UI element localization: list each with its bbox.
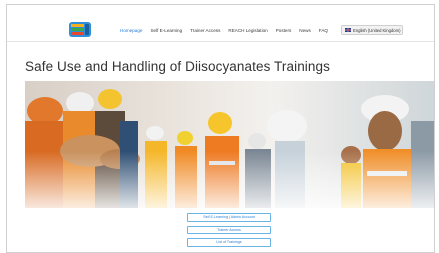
page-frame: Homepage Self E-Learning Trainer Access … [6, 4, 435, 253]
nav-news[interactable]: News [299, 28, 311, 33]
site-logo[interactable] [69, 20, 91, 38]
top-navbar: Homepage Self E-Learning Trainer Access … [7, 5, 434, 42]
nav-trainer-access[interactable]: Trainer Access [190, 28, 220, 33]
language-selector[interactable]: English (United Kingdom) [341, 25, 403, 35]
nav-reach-legislation[interactable]: REACH Legislation [228, 28, 267, 33]
action-buttons: Self E-Learning | Admin Account Trainer … [187, 213, 271, 251]
nav-self-e-learning[interactable]: Self E-Learning [150, 28, 182, 33]
trainer-access-button[interactable]: Trainer Access [187, 225, 271, 234]
nav-faq[interactable]: FAQ [319, 28, 328, 33]
nav-homepage[interactable]: Homepage [120, 28, 142, 33]
uk-flag-icon [345, 28, 351, 32]
language-label: English (United Kingdom) [353, 27, 401, 33]
self-e-learning-admin-button[interactable]: Self E-Learning | Admin Account [187, 213, 271, 222]
list-of-trainings-button[interactable]: List of Trainings [187, 238, 271, 247]
main-nav: Homepage Self E-Learning Trainer Access … [120, 28, 336, 33]
hero-banner-image [25, 81, 434, 208]
page-title: Safe Use and Handling of Diisocyanates T… [25, 59, 330, 74]
nav-posters[interactable]: Posters [276, 28, 292, 33]
